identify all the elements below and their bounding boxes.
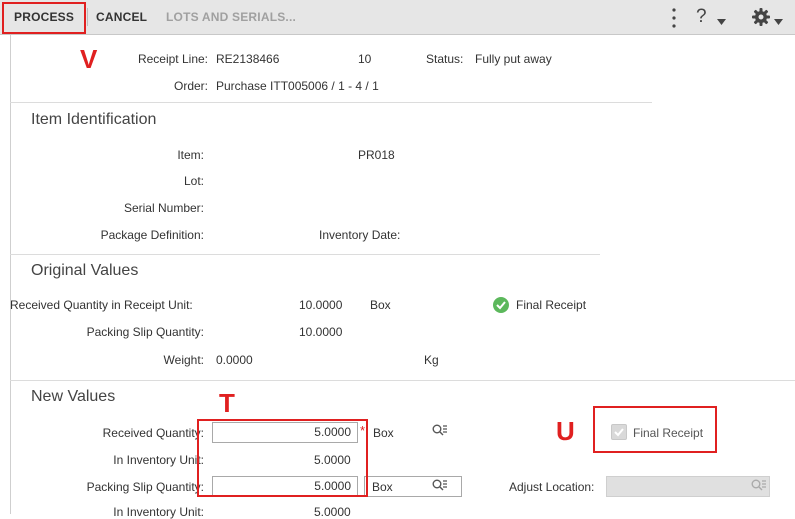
divider <box>10 102 652 103</box>
process-highlight-box <box>2 2 86 34</box>
received-unit: Box <box>370 298 391 312</box>
annotation-u: U <box>556 416 575 446</box>
received-unit-field[interactable]: Box <box>373 426 394 440</box>
toolbar-separator <box>87 8 88 26</box>
packing-unit-value: Box <box>372 480 393 494</box>
adjust-location-input[interactable] <box>606 476 770 497</box>
check-circle-icon <box>493 297 509 313</box>
lot-label: Lot: <box>183 174 204 188</box>
divider <box>10 380 795 381</box>
annotation-v: V <box>80 44 98 74</box>
divider <box>10 254 600 255</box>
packing-slip-quantity-label: Packing Slip Quantity: <box>86 480 204 494</box>
chevron-down-icon[interactable] <box>774 14 783 28</box>
chevron-down-icon[interactable] <box>717 14 726 28</box>
final-receipt-highlight-box <box>593 406 717 453</box>
adjust-location-label: Adjust Location: <box>509 480 595 494</box>
in-inventory-unit-label-2: In Inventory Unit: <box>113 505 204 519</box>
help-icon[interactable]: ? <box>696 6 707 28</box>
gear-icon[interactable] <box>752 8 770 29</box>
more-vertical-icon[interactable] <box>672 7 676 29</box>
order-value: Purchase ITT005006 / 1 - 4 / 1 <box>216 79 379 93</box>
section-title-original-values: Original Values <box>31 262 139 279</box>
cancel-button[interactable]: CANCEL <box>96 10 147 24</box>
received-qty-receipt-unit-value: 10.0000 <box>299 298 343 312</box>
serial-number-label: Serial Number: <box>123 201 204 215</box>
received-qty-receipt-unit-label: Received Quantity in Receipt Unit: <box>10 298 193 312</box>
order-label: Order: <box>173 79 208 93</box>
quantity-highlight-box <box>197 419 368 497</box>
status-label: Status: <box>426 52 464 66</box>
lookup-icon <box>751 479 767 496</box>
toolbar: PROCESS CANCEL LOTS AND SERIALS... ? <box>0 0 795 35</box>
weight-unit: Kg <box>424 353 439 367</box>
packing-slip-qty-value: 10.0000 <box>299 325 343 339</box>
receipt-line-label: Receipt Line: <box>137 52 208 66</box>
lots-and-serials-button[interactable]: LOTS AND SERIALS... <box>166 10 296 24</box>
section-title-new-values: New Values <box>31 388 116 405</box>
lookup-icon[interactable] <box>432 424 448 441</box>
weight-value: 0.0000 <box>216 353 253 367</box>
item-label: Item: <box>177 148 204 162</box>
annotation-t: T <box>219 388 235 418</box>
lookup-icon[interactable] <box>432 479 448 496</box>
inventory-date-label: Inventory Date: <box>319 228 401 242</box>
packing-slip-qty-label: Packing Slip Quantity: <box>86 325 204 339</box>
item-value: PR018 <box>358 148 395 162</box>
section-title-item-identification: Item Identification <box>31 111 157 128</box>
in-inventory-unit-value-2: 5.0000 <box>314 505 351 519</box>
receipt-line-value: RE2138466 <box>216 52 280 66</box>
in-inventory-unit-label: In Inventory Unit: <box>113 453 204 467</box>
package-definition-label: Package Definition: <box>100 228 204 242</box>
left-border <box>10 35 11 514</box>
packing-unit-field[interactable]: Box <box>364 476 462 497</box>
weight-label: Weight: <box>163 353 204 367</box>
status-value: Fully put away <box>475 52 552 66</box>
line-number: 10 <box>358 52 372 66</box>
final-receipt-original: Final Receipt <box>516 298 587 312</box>
received-quantity-label: Received Quantity: <box>102 426 204 440</box>
